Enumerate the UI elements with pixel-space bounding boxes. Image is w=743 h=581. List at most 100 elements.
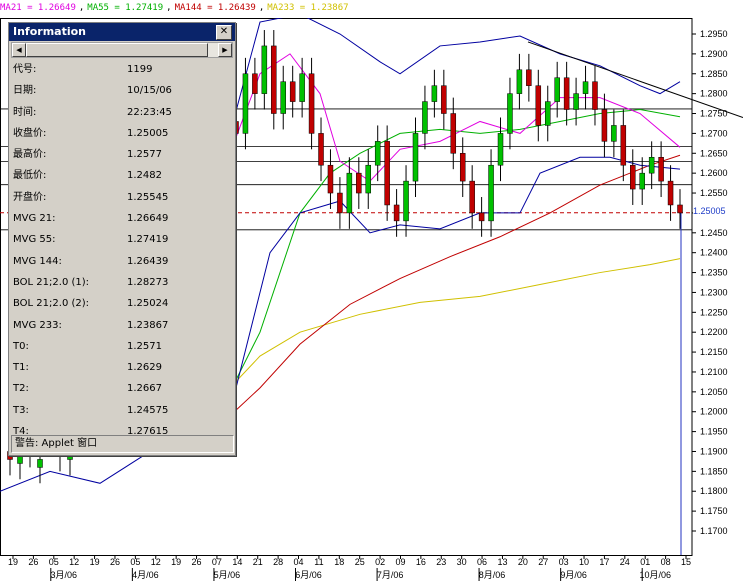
info-row: MVG 21: 1.26649	[13, 208, 229, 229]
ma233-line	[229, 258, 681, 389]
close-icon[interactable]: ✕	[216, 25, 232, 40]
y-tick-label: 1.1950	[700, 427, 728, 437]
candle-body	[337, 192, 343, 214]
info-row-label: MVG 144:	[13, 255, 62, 267]
y-tick-label: 1.2400	[700, 248, 728, 258]
x-tick-label: 13	[497, 557, 507, 567]
x-tick-label: 30	[457, 557, 467, 567]
information-window[interactable]: Information ✕ ◀ ▶ 代号: 1199 日期: 10/15/06 时间: 2…	[8, 22, 236, 456]
x-tick-label: 25	[355, 557, 365, 567]
candle-body	[346, 172, 353, 214]
candle-body	[611, 125, 617, 142]
info-row-value: 1.27419	[127, 234, 169, 246]
y-tick-label: 1.2550	[700, 188, 728, 198]
info-row: 日期: 10/15/06	[13, 80, 229, 101]
info-row-label: 代号:	[13, 64, 37, 75]
info-row-value: 1.23867	[127, 319, 169, 331]
info-row-label: MVG 55:	[13, 234, 56, 246]
y-tick-label: 1.2600	[700, 168, 728, 178]
x-tick-label: 05	[49, 557, 59, 567]
candle-body	[478, 212, 485, 222]
info-row-label: 开盘价:	[13, 191, 47, 203]
y-tick-label: 1.2050	[700, 387, 728, 397]
info-row-value: 1.26439	[127, 255, 169, 267]
y-tick-label: 1.1800	[700, 486, 728, 496]
info-row-label: 日期:	[13, 85, 37, 97]
scroll-right-icon[interactable]: ▶	[218, 43, 232, 57]
candle-body	[459, 153, 466, 182]
x-tick-label: 10	[579, 557, 589, 567]
info-row-label: T1:	[13, 362, 29, 374]
candle-body	[592, 81, 598, 110]
info-row-label: BOL 21;2.0 (2):	[13, 298, 90, 310]
x-tick-label: 26	[110, 557, 120, 567]
candle-body	[535, 85, 542, 126]
info-row: BOL 21;2.0 (2): 1.25024	[13, 293, 229, 314]
info-row-label: T0:	[13, 340, 29, 352]
info-row: T3: 1.24575	[13, 400, 229, 421]
y-tick-label: 1.2650	[700, 148, 728, 158]
info-row-value: 1.2667	[127, 383, 162, 395]
info-row-label: BOL 21;2.0 (1):	[13, 276, 90, 288]
info-row-value: 1.24575	[127, 404, 169, 416]
legend-entry: MA21 = 1.26649	[0, 3, 76, 13]
x-tick-label: 23	[436, 557, 446, 567]
candle-body	[261, 45, 268, 94]
candle-body	[507, 93, 513, 134]
info-row: 开盘价: 1.25545	[13, 187, 229, 208]
candle-body	[488, 164, 494, 222]
x-tick-label: 03	[559, 557, 569, 567]
y-tick-label: 1.2250	[700, 307, 728, 317]
info-title: Information	[13, 25, 86, 38]
candle-body	[393, 204, 400, 222]
x-month-label: 7月/06	[377, 570, 404, 580]
y-tick-label: 1.2750	[700, 109, 728, 119]
info-row-value: 22:23:45	[127, 106, 172, 118]
candle-body	[563, 77, 570, 110]
y-tick-label: 1.2950	[700, 29, 728, 39]
candle-body	[639, 172, 645, 190]
candle-body	[252, 73, 258, 94]
x-tick-label: 12	[69, 557, 79, 567]
x-tick-label: 24	[620, 557, 630, 567]
info-row-value: 10/15/06	[127, 85, 172, 97]
x-tick-label: 28	[273, 557, 283, 567]
candle-body	[299, 73, 305, 102]
scroll-thumb[interactable]	[26, 43, 208, 57]
candle-body	[648, 157, 655, 174]
candle-body	[601, 109, 608, 142]
candle-body	[412, 133, 419, 182]
x-tick-label: 15	[681, 557, 691, 567]
y-tick-label: 1.2200	[700, 327, 728, 337]
info-row-label: T2:	[13, 383, 29, 395]
scroll-left-icon[interactable]: ◀	[12, 43, 26, 57]
y-tick-label: 1.2850	[700, 69, 728, 79]
y-tick-label: 1.1900	[700, 446, 728, 456]
info-row-label: 最低价:	[13, 170, 47, 182]
y-tick-label: 1.2300	[700, 287, 728, 297]
x-tick-label: 19	[8, 557, 18, 567]
y-tick-label: 1.1850	[700, 466, 728, 476]
candle-body	[242, 73, 249, 134]
candle-body	[620, 125, 627, 166]
info-row-label: MVG 233:	[13, 319, 62, 331]
legend-entry: MA233 = 1.23867	[267, 3, 349, 13]
y-tick-label: 1.2450	[700, 228, 728, 238]
candle-body	[422, 101, 428, 134]
x-month-label: 6月/06	[295, 570, 322, 580]
candle-body	[403, 180, 409, 222]
x-tick-label: 02	[375, 557, 385, 567]
candle-body	[365, 164, 372, 194]
last-price-tag: 1.25005	[693, 205, 743, 217]
x-tick-label: 26	[28, 557, 38, 567]
info-row-value: 1.2571	[127, 340, 162, 352]
info-row: BOL 21;2.0 (1): 1.28273	[13, 272, 229, 293]
horizontal-scrollbar[interactable]: ◀ ▶	[11, 42, 233, 58]
x-tick-label: 11	[314, 557, 323, 567]
info-row-value: 1.2482	[127, 170, 162, 182]
x-month-label: 3月/06	[51, 570, 78, 580]
x-tick-label: 17	[599, 557, 609, 567]
x-tick-label: 05	[130, 557, 140, 567]
x-month-label: 9月/06	[560, 570, 587, 580]
info-titlebar[interactable]: Information ✕	[9, 23, 235, 41]
